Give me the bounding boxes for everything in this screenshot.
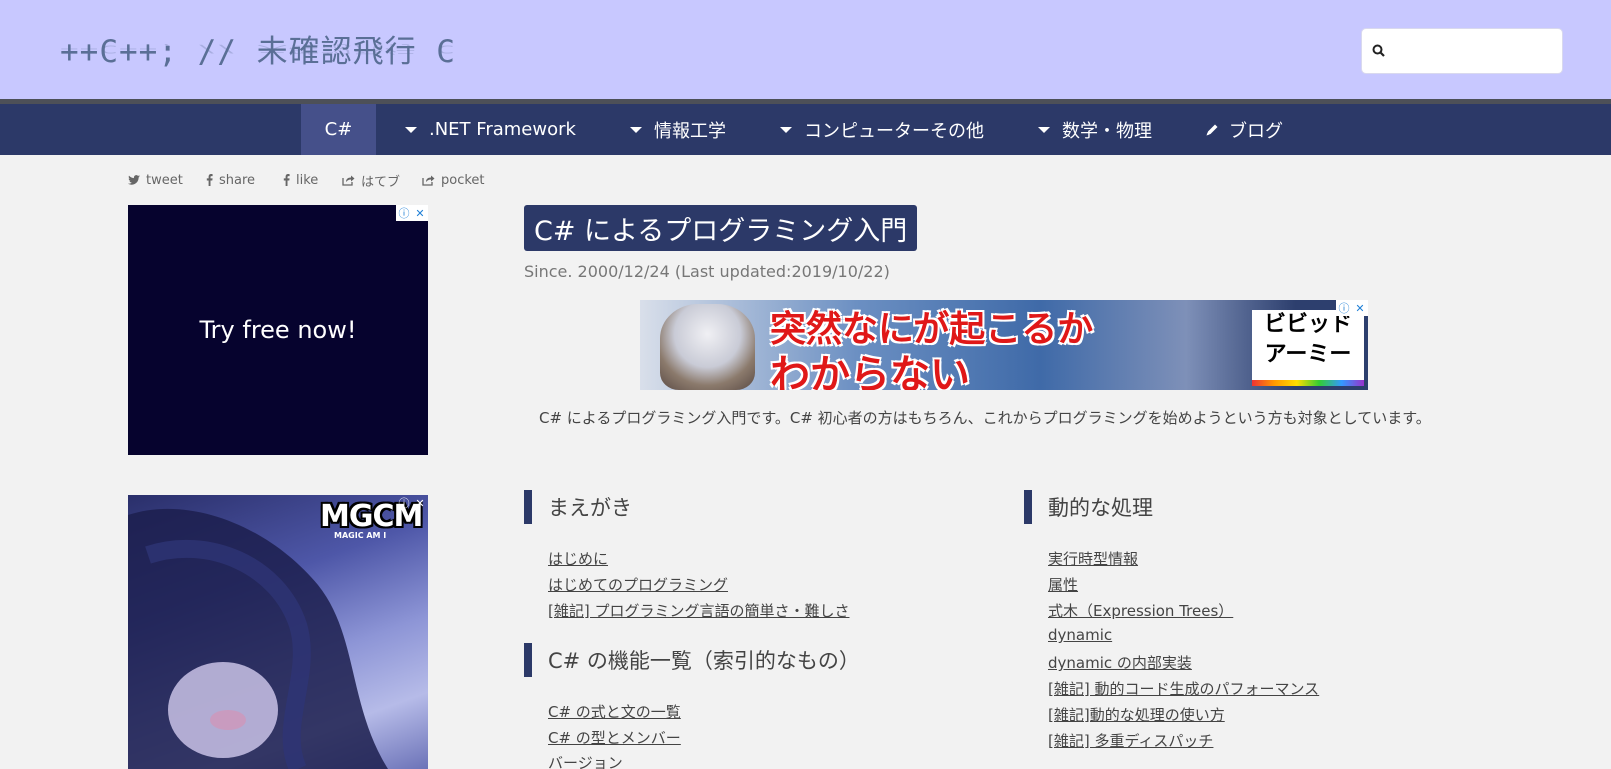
nav-item-label: .NET Framework xyxy=(429,119,576,140)
info-icon[interactable]: ⓘ xyxy=(1336,300,1352,316)
ad-character-image xyxy=(660,304,755,390)
nav-item-label: 数学・物理 xyxy=(1062,120,1152,142)
nav-item-csharp[interactable]: C# xyxy=(301,104,376,155)
section-heading-dynamic: 動的な処理 xyxy=(1024,490,1153,524)
chevron-down-icon xyxy=(1038,126,1050,133)
search-input[interactable] xyxy=(1392,37,1552,67)
ad-mgcm[interactable]: MGCM MAGIC AM I ⓘ ✕ xyxy=(128,495,428,769)
share-icon xyxy=(422,175,435,186)
intro-text: C# によるプログラミング入門です。C# 初心者の方はもちろん、これからプログラ… xyxy=(539,409,1431,427)
ad-brand-logo: ビビッド アーミー xyxy=(1252,310,1364,386)
link-item[interactable]: 式木（Expression Trees） xyxy=(1048,600,1233,621)
share-label: like xyxy=(296,172,319,188)
nav-item-blog[interactable]: ブログ xyxy=(1205,104,1283,155)
info-icon[interactable]: ⓘ xyxy=(396,495,412,511)
link-item[interactable]: [雑記] プログラミング言語の簡単さ・難しさ xyxy=(548,600,849,621)
section-heading-feature-list: C# の機能一覧（索引的なもの） xyxy=(524,643,860,677)
info-icon[interactable]: ⓘ xyxy=(396,205,412,221)
ad-banner[interactable]: 突然なにが起こるか わからない ビビッド アーミー ⓘ ✕ xyxy=(640,300,1368,390)
chevron-down-icon xyxy=(405,126,417,133)
facebook-icon xyxy=(283,174,290,186)
close-icon[interactable]: ✕ xyxy=(1352,300,1368,316)
close-icon[interactable]: ✕ xyxy=(412,205,428,221)
nav-item-label: ブログ xyxy=(1229,120,1283,142)
nav-item-computer-other[interactable]: コンピューターその他 xyxy=(780,104,984,155)
share-icon xyxy=(342,175,355,186)
ad-controls: ⓘ ✕ xyxy=(396,205,428,221)
ad-controls: ⓘ ✕ xyxy=(396,495,428,511)
facebook-icon xyxy=(206,174,213,186)
search-box[interactable] xyxy=(1361,28,1563,74)
section-heading-preface: まえがき xyxy=(524,490,632,524)
share-like[interactable]: like xyxy=(283,170,318,190)
main-nav: C# .NET Framework 情報工学 コンピューターその他 数学・物理 … xyxy=(0,104,1611,155)
share-hatebu[interactable]: はてブ xyxy=(342,170,400,190)
pencil-icon xyxy=(1206,124,1218,135)
link-item[interactable]: [雑記] 多重ディスパッチ xyxy=(1048,730,1213,751)
site-logo-reflection: ++C++; // 未確認飛行 C xyxy=(60,42,456,56)
link-item[interactable]: [雑記]動的な処理の使い方 xyxy=(1048,704,1225,725)
link-item[interactable]: 実行時型情報 xyxy=(1048,548,1138,569)
nav-item-label: C# xyxy=(324,119,353,140)
chevron-down-icon xyxy=(630,126,642,133)
nav-item-dotnet[interactable]: .NET Framework xyxy=(405,104,576,155)
link-item[interactable]: はじめに xyxy=(548,548,608,569)
site-header: ++C++; // 未確認飛行 C ++C++; // 未確認飛行 C xyxy=(0,0,1611,99)
close-icon[interactable]: ✕ xyxy=(412,495,428,511)
chevron-down-icon xyxy=(780,126,792,133)
ad-banner-line2: わからない xyxy=(770,352,970,390)
share-label: share xyxy=(219,172,256,188)
share-tweet[interactable]: tweet xyxy=(128,170,183,190)
twitter-icon xyxy=(128,174,140,185)
nav-item-label: コンピューターその他 xyxy=(804,120,984,142)
link-item[interactable]: [雑記] 動的コード生成のパフォーマンス xyxy=(1048,678,1319,699)
link-item[interactable]: C# の式と文の一覧 xyxy=(548,701,681,722)
nav-item-math-physics[interactable]: 数学・物理 xyxy=(1038,104,1152,155)
link-item[interactable]: 属性 xyxy=(1048,574,1078,595)
ad-try-free[interactable]: Try free now! ⓘ ✕ xyxy=(128,205,428,455)
ad-brand-line2: アーミー xyxy=(1264,342,1352,367)
link-item[interactable]: dynamic の内部実装 xyxy=(1048,652,1192,673)
link-item[interactable]: dynamic xyxy=(1048,626,1112,644)
page-dates: Since. 2000/12/24 (Last updated:2019/10/… xyxy=(524,262,890,281)
ad-logo-sub: MAGIC AM I xyxy=(334,531,387,540)
share-label: pocket xyxy=(441,172,485,188)
share-pocket[interactable]: pocket xyxy=(422,170,485,190)
ad-controls: ⓘ ✕ xyxy=(1336,300,1368,316)
ad-brand-rainbow xyxy=(1252,380,1364,386)
link-item[interactable]: バージョン xyxy=(548,752,623,769)
nav-item-label: 情報工学 xyxy=(654,120,726,142)
intro-paragraph: C# によるプログラミング入門です。C# 初心者の方はもちろん、これからプログラ… xyxy=(524,406,1462,430)
share-facebook[interactable]: share xyxy=(206,170,255,190)
share-label: はてブ xyxy=(361,174,401,190)
share-label: tweet xyxy=(146,172,183,188)
ad-text: Try free now! xyxy=(199,316,357,344)
nav-item-infoeng[interactable]: 情報工学 xyxy=(630,104,726,155)
search-icon xyxy=(1372,44,1385,57)
link-item[interactable]: はじめてのプログラミング xyxy=(548,574,728,595)
link-item[interactable]: C# の型とメンバー xyxy=(548,727,681,748)
page-title: C# によるプログラミング入門 xyxy=(524,205,918,251)
